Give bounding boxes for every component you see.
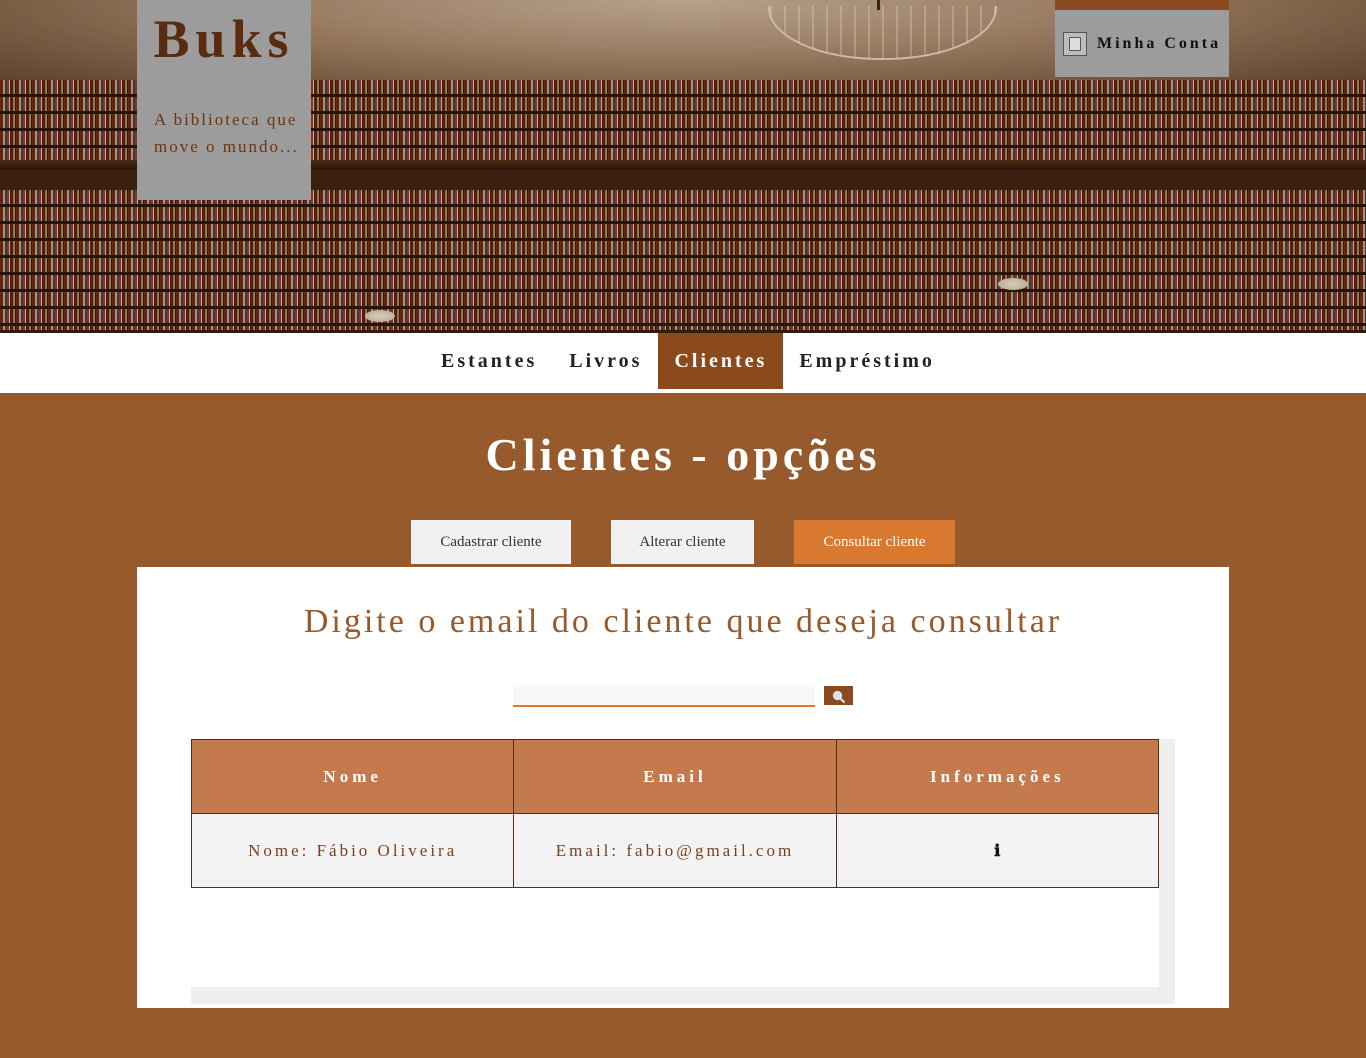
- page-title: Clientes - opções: [485, 429, 881, 480]
- clients-table: Nome Email Informações Nome: Fábio Olive…: [190, 739, 1160, 888]
- magnifier-icon: [832, 690, 845, 703]
- option-tabs: Cadastrar cliente Alterar cliente Consul…: [0, 520, 1366, 564]
- consult-panel: Digite o email do cliente que deseja con…: [137, 567, 1229, 1008]
- table-inner: Nome Email Informações Nome: Fábio Olive…: [190, 739, 1160, 987]
- nav-item-livros[interactable]: Livros: [553, 333, 658, 389]
- main-nav: Estantes Livros Clientes Empréstimo: [0, 333, 1366, 393]
- email-search-input[interactable]: [513, 685, 815, 707]
- column-header-nome: Nome: [190, 739, 515, 814]
- column-header-informacoes: Informações: [835, 739, 1160, 814]
- table-header-row: Nome Email Informações: [190, 739, 1160, 814]
- tab-consultar-cliente[interactable]: Consultar cliente: [794, 520, 955, 564]
- column-header-email: Email: [513, 739, 837, 814]
- table-container: Nome Email Informações Nome: Fábio Olive…: [190, 739, 1175, 1004]
- nav-item-clientes[interactable]: Clientes: [658, 333, 784, 389]
- panel-heading: Digite o email do cliente que deseja con…: [303, 603, 1063, 640]
- search-button[interactable]: [824, 686, 853, 705]
- tab-cadastrar-cliente[interactable]: Cadastrar cliente: [411, 520, 571, 564]
- nav-item-estantes[interactable]: Estantes: [425, 333, 553, 389]
- table-row: Nome: Fábio Oliveira Email: fabio@gmail.…: [190, 813, 1160, 888]
- nav-item-emprestimo[interactable]: Empréstimo: [783, 333, 951, 389]
- brand-logo[interactable]: Buks: [137, 8, 311, 70]
- account-document-icon: [1063, 31, 1087, 56]
- account-button[interactable]: Minha Conta: [1055, 0, 1229, 77]
- account-label: Minha Conta: [1097, 34, 1222, 52]
- brand-tagline: A biblioteca que move o mundo...: [154, 110, 299, 156]
- tab-alterar-cliente[interactable]: Alterar cliente: [611, 520, 754, 564]
- info-icon[interactable]: ℹ: [835, 813, 1160, 888]
- cell-email: Email: fabio@gmail.com: [513, 813, 837, 888]
- cell-nome: Nome: Fábio Oliveira: [190, 813, 515, 888]
